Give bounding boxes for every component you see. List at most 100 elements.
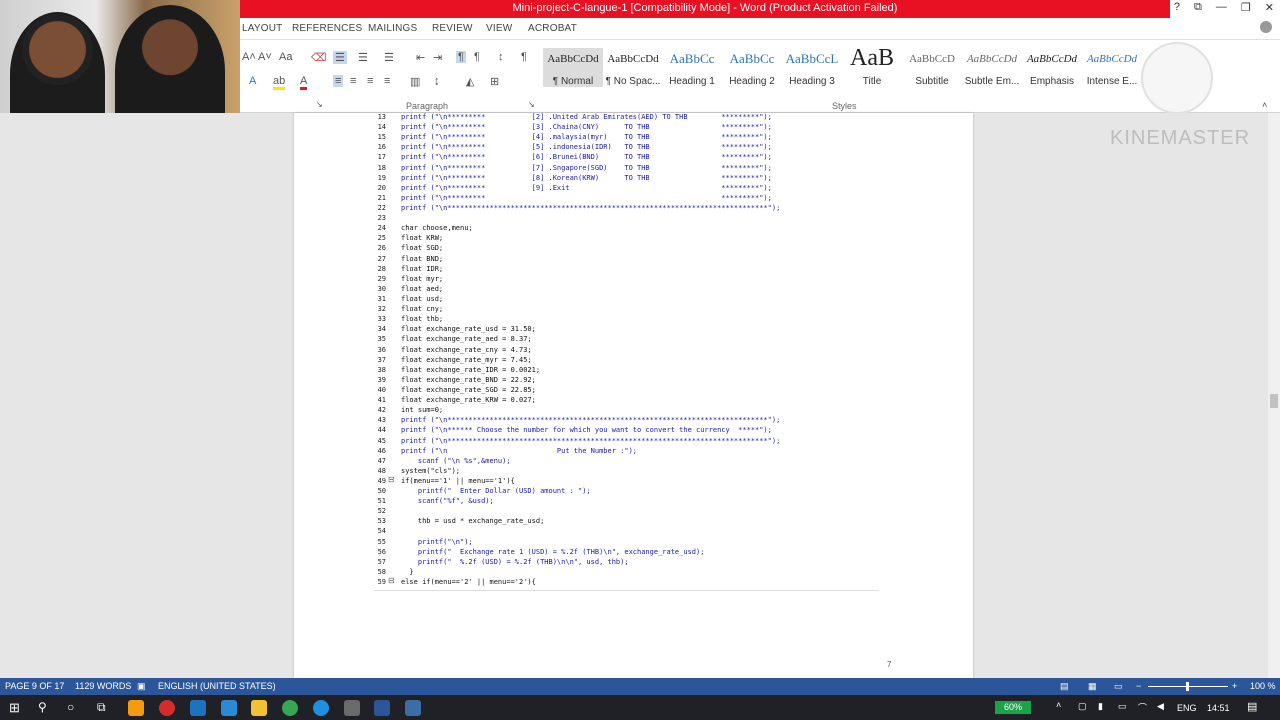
style-title[interactable]: AaB Title [842, 46, 902, 87]
app-window-icon[interactable] [405, 700, 421, 716]
scroll-thumb[interactable] [1270, 394, 1278, 408]
clock-time[interactable]: 14:51 [1207, 703, 1230, 713]
increase-indent-icon[interactable]: ⇥ [433, 51, 442, 64]
fold-icon[interactable]: ⊟ [388, 576, 395, 585]
tray-app-icon[interactable]: ▢ [1078, 701, 1087, 712]
code-line[interactable]: 56 printf(" Exchange rate 1 (USD) = %.2f… [374, 547, 780, 557]
style-emphasis[interactable]: AaBbCcDd Emphasis [1022, 48, 1082, 87]
change-case-icon[interactable]: Aa [279, 51, 292, 63]
ribbon-display-icon[interactable]: ⧉ [1194, 1, 1202, 14]
ltr-icon[interactable]: ¶ [456, 51, 466, 63]
windows-start-icon[interactable]: ⊞ [9, 700, 20, 716]
notifications-icon[interactable]: ▤ [1247, 700, 1257, 713]
proofing-icon[interactable]: ▣ [137, 681, 146, 692]
code-line[interactable]: 51 scanf("%f", &usd); [374, 496, 780, 506]
minimize-button[interactable]: — [1216, 1, 1227, 14]
page-count[interactable]: PAGE 9 OF 17 [5, 681, 64, 691]
style-heading-2[interactable]: AaBbCc Heading 2 [722, 48, 782, 87]
fold-icon[interactable]: ⊟ [388, 475, 395, 484]
code-line[interactable]: 21 printf ("\n********* *********"); [374, 193, 780, 203]
code-line[interactable]: 48 system("cls"); [374, 466, 780, 476]
code-line[interactable]: 27 float BND; [374, 254, 780, 264]
code-line[interactable]: 40 float exchange_rate_SGD = 22.85; [374, 385, 780, 395]
wifi-icon[interactable]: ⌒ [1138, 701, 1147, 714]
distributed-icon[interactable]: ▥ [410, 75, 420, 88]
code-line[interactable]: 19 printf ("\n********* [8] .Korean(KRW) … [374, 173, 780, 183]
code-line[interactable]: 42 int sum=0; [374, 405, 780, 415]
zoom-level[interactable]: 100 % [1250, 681, 1276, 691]
rtl-icon[interactable]: ¶ [474, 51, 480, 63]
word-count[interactable]: 1129 WORDS [75, 681, 131, 691]
style-no-spacing[interactable]: AaBbCcDd ¶ No Spac... [603, 48, 663, 87]
read-mode-icon[interactable]: ▤ [1060, 681, 1069, 692]
app-icon[interactable] [344, 700, 360, 716]
code-line[interactable]: 31 float usd; [374, 294, 780, 304]
code-line[interactable]: 16 printf ("\n********* [5] .indonesia(ID… [374, 142, 780, 152]
collapse-ribbon-icon[interactable]: ˄ [1262, 100, 1267, 110]
font-launcher-icon[interactable]: ↘ [316, 100, 323, 109]
opera-icon[interactable] [159, 700, 175, 716]
align-center-icon[interactable]: ≡ [350, 75, 356, 87]
style-intense-emphasis[interactable]: AaBbCcDd Intense E... [1082, 48, 1142, 87]
tab-layout[interactable]: LAYOUT [242, 23, 282, 34]
highlight-icon[interactable]: ab [273, 75, 286, 90]
tab-view[interactable]: VIEW [486, 23, 512, 34]
print-layout-icon[interactable]: ▦ [1088, 681, 1097, 692]
language-status[interactable]: ENGLISH (UNITED STATES) [158, 681, 276, 691]
file-explorer-icon[interactable] [251, 700, 267, 716]
clear-format-icon[interactable]: ⌫ [311, 51, 327, 64]
edge-icon[interactable] [313, 700, 329, 716]
restore-button[interactable]: ❐ [1241, 1, 1251, 14]
code-line[interactable]: 49 if(menu=='1' || menu=='1'){ [374, 476, 780, 486]
code-line[interactable]: 20 printf ("\n********* [9] .Exit *******… [374, 183, 780, 193]
style-heading-1[interactable]: AaBbCc Heading 1 [662, 48, 722, 87]
code-line[interactable]: 23 [374, 213, 780, 223]
volume-icon[interactable]: ◀ [1157, 701, 1164, 712]
code-line[interactable]: 57 printf(" %.2f (USD) = %.2f (THB)\n\n"… [374, 557, 780, 567]
tray-chevron-icon[interactable]: ˄ [1056, 700, 1061, 710]
code-line[interactable]: 35 float exchange_rate_aed = 8.37; [374, 334, 780, 344]
text-effects-icon[interactable]: A [249, 75, 256, 87]
code-line[interactable]: 47 scanf ("\n %s",&menu); [374, 456, 780, 466]
code-line[interactable]: 36 float exchange_rate_cny = 4.73; [374, 345, 780, 355]
style-subtle-emphasis[interactable]: AaBbCcDd Subtle Em... [962, 48, 1022, 87]
style-normal[interactable]: AaBbCcDd ¶ Normal [543, 48, 603, 87]
mail-icon[interactable] [190, 700, 206, 716]
code-line[interactable]: 32 float cny; [374, 304, 780, 314]
store-icon[interactable] [221, 700, 237, 716]
close-button[interactable]: ✕ [1265, 1, 1274, 14]
code-line[interactable]: 44 printf ("\n****** Choose the number fo… [374, 425, 780, 435]
align-right-icon[interactable]: ≡ [367, 75, 373, 87]
code-line[interactable]: 14 printf ("\n********* [3] .Chaina(CNY) … [374, 122, 780, 132]
help-button[interactable]: ? [1174, 1, 1180, 14]
zoom-in-icon[interactable]: + [1232, 681, 1237, 691]
code-line[interactable]: 54 [374, 526, 780, 536]
code-line[interactable]: 58 } [374, 567, 780, 577]
code-line[interactable]: 28 float IDR; [374, 264, 780, 274]
align-left-icon[interactable]: ≡ [333, 75, 344, 87]
code-line[interactable]: 18 printf ("\n********* [7] .Sngapore(SGD… [374, 163, 780, 173]
sort-icon[interactable]: ↕ [498, 51, 504, 63]
battery-icon[interactable]: ▭ [1118, 701, 1127, 712]
code-line[interactable]: 29 float myr; [374, 274, 780, 284]
tab-references[interactable]: REFERENCES [292, 23, 362, 34]
code-line[interactable]: 22 printf ("\n***************************… [374, 203, 781, 213]
code-line[interactable]: 38 float exchange_rate_IDR = 0.0021; [374, 365, 780, 375]
justify-icon[interactable]: ≡ [384, 75, 390, 87]
code-line[interactable]: 45 printf ("\n***************************… [374, 436, 781, 446]
code-line[interactable]: 33 float thb; [374, 314, 780, 324]
code-line[interactable]: 46 printf ("\n Put the Number :"); [374, 446, 780, 456]
code-line[interactable]: 52 [374, 506, 780, 516]
code-line[interactable]: 50 printf(" Enter Dollar (USD) amount : … [374, 486, 780, 496]
code-line[interactable]: 53 thb = usd * exchange_rate_usd; [374, 516, 780, 526]
code-line[interactable]: 15 printf ("\n********* [4] .malaysia(myr… [374, 132, 780, 142]
code-line[interactable]: 17 printf ("\n********* [6] .Brunei(BND) … [374, 152, 780, 162]
tab-acrobat[interactable]: ACROBAT [528, 23, 577, 34]
zoom-slider-thumb[interactable] [1186, 682, 1189, 691]
tab-review[interactable]: REVIEW [432, 23, 473, 34]
bullets-icon[interactable]: ☰ [333, 51, 347, 64]
code-line[interactable]: 34 float exchange_rate_usd = 31.50; [374, 324, 780, 334]
shrink-font-icon[interactable]: A˄ [242, 51, 256, 63]
code-line[interactable]: 26 float SGD; [374, 243, 780, 253]
code-line[interactable]: 59 else if(menu=='2' || menu=='2'){ [374, 577, 780, 587]
